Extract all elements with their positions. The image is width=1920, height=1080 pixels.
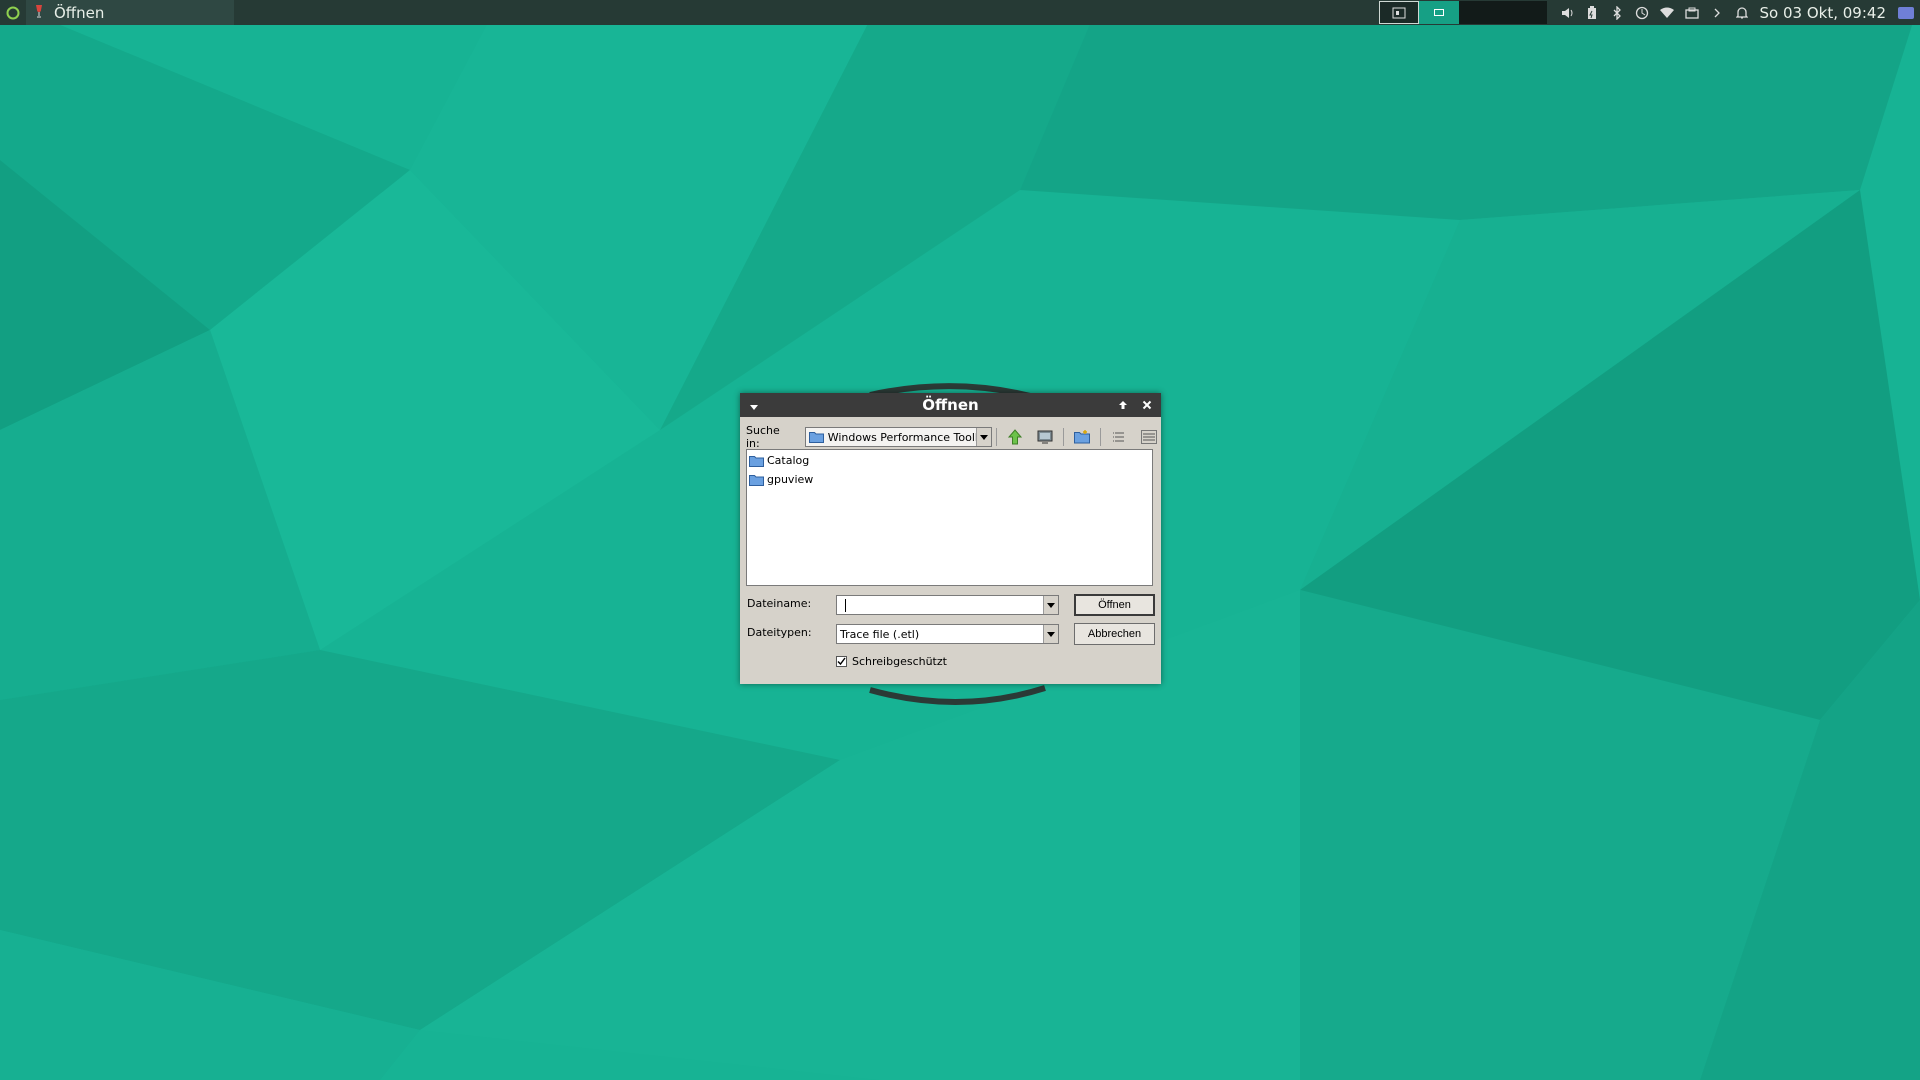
top-panel: Öffnen So 03 Okt, 09:42 <box>0 0 1920 25</box>
open-button[interactable]: Öffnen <box>1074 594 1155 616</box>
taskbar-item-open-dialog[interactable]: Öffnen <box>26 0 234 25</box>
toolbar-separator <box>996 428 997 446</box>
text-caret <box>845 598 846 612</box>
look-in-row: Suche in: Windows Performance Toolkit <box>746 424 1161 450</box>
system-tray <box>1547 5 1760 21</box>
keyboard-layout-icon[interactable] <box>1898 6 1914 19</box>
list-view-icon[interactable] <box>1107 427 1131 447</box>
close-icon[interactable] <box>1139 397 1155 413</box>
file-name: Catalog <box>767 454 810 467</box>
workspace-4-button[interactable] <box>1502 1 1547 24</box>
toolbar-separator <box>1063 428 1064 446</box>
look-in-value: Windows Performance Toolkit <box>827 430 989 444</box>
readonly-checkbox[interactable] <box>836 656 847 667</box>
chevron-down-icon[interactable] <box>976 428 991 446</box>
dialog-titlebar[interactable]: Öffnen <box>740 393 1161 417</box>
folder-icon <box>808 431 824 443</box>
file-name: gpuview <box>767 473 814 486</box>
folder-icon <box>749 474 764 486</box>
chevron-down-icon[interactable] <box>1043 596 1058 614</box>
toolbar-separator <box>1100 428 1101 446</box>
dialog-title: Öffnen <box>922 396 979 414</box>
bell-icon[interactable] <box>1734 5 1750 21</box>
workspace-3-button[interactable] <box>1458 1 1503 24</box>
look-in-label: Suche in: <box>746 424 780 450</box>
new-folder-icon[interactable] <box>1070 427 1094 447</box>
filename-input[interactable] <box>836 595 1059 615</box>
desktop-icon[interactable] <box>1033 427 1057 447</box>
up-folder-icon[interactable] <box>1003 427 1027 447</box>
chevron-right-icon[interactable] <box>1709 5 1725 21</box>
filename-label: Dateiname: <box>747 597 812 610</box>
maximize-icon[interactable] <box>1115 397 1131 413</box>
dialog-toolbar <box>996 427 1161 447</box>
battery-icon[interactable] <box>1584 5 1600 21</box>
taskbar-item-title: Öffnen <box>54 3 105 22</box>
file-list[interactable]: Catalog gpuview <box>746 449 1153 586</box>
readonly-label: Schreibgeschützt <box>852 655 947 668</box>
app-menu-icon[interactable] <box>0 0 26 25</box>
chevron-down-icon[interactable] <box>1043 625 1058 643</box>
filetype-value: Trace file (.etl) <box>840 627 920 641</box>
bluetooth-icon[interactable] <box>1609 5 1625 21</box>
panel-clock[interactable]: So 03 Okt, 09:42 <box>1760 4 1886 22</box>
filetype-dropdown[interactable]: Trace file (.etl) <box>836 624 1059 644</box>
update-icon[interactable] <box>1634 5 1650 21</box>
volume-icon[interactable] <box>1559 5 1575 21</box>
list-item[interactable]: Catalog <box>749 452 1152 469</box>
filetype-label: Dateitypen: <box>747 626 812 639</box>
open-file-dialog: Öffnen Suche in: Windows Performance Too… <box>740 393 1161 684</box>
look-in-dropdown[interactable]: Windows Performance Toolkit <box>804 427 992 447</box>
workspace-1-button[interactable] <box>1378 1 1419 24</box>
wine-glass-icon <box>34 4 44 22</box>
details-view-icon[interactable] <box>1137 427 1161 447</box>
list-item[interactable]: gpuview <box>749 471 1152 488</box>
folder-icon <box>749 455 764 467</box>
wifi-icon[interactable] <box>1659 5 1675 21</box>
window-menu-icon[interactable] <box>749 398 759 416</box>
readonly-checkbox-row[interactable]: Schreibgeschützt <box>836 655 947 668</box>
cancel-button[interactable]: Abbrechen <box>1074 623 1155 645</box>
workspace-2-button[interactable] <box>1418 1 1459 24</box>
clipboard-icon[interactable] <box>1684 5 1700 21</box>
